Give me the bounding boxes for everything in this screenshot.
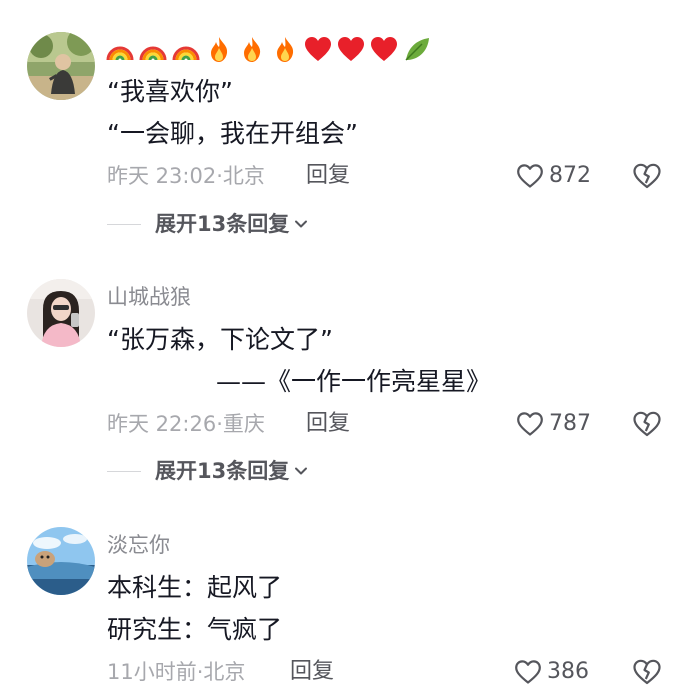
comment-text-line: 研究生：气疯了 bbox=[107, 615, 283, 644]
like-button[interactable]: 872 bbox=[516, 161, 591, 191]
fire-icon bbox=[270, 34, 300, 64]
chevron-down-icon bbox=[293, 463, 309, 479]
comment-meta: 昨天 23:02·北京 bbox=[107, 164, 265, 188]
comment-text-line: ——《一作一作亮星星》 bbox=[216, 367, 492, 396]
comment-text-line: “一会聊，我在开组会” bbox=[107, 119, 358, 148]
comment-location: 北京 bbox=[222, 164, 265, 188]
expand-replies-button[interactable]: 展开13条回复 bbox=[107, 456, 309, 486]
red-heart-icon bbox=[303, 34, 333, 64]
reply-button[interactable]: 回复 bbox=[306, 162, 350, 190]
avatar[interactable] bbox=[27, 32, 95, 100]
dislike-button[interactable] bbox=[632, 658, 662, 686]
chevron-down-icon bbox=[293, 216, 309, 232]
like-count: 386 bbox=[547, 659, 589, 684]
dislike-button[interactable] bbox=[632, 410, 662, 438]
comment-username[interactable]: 淡忘你 bbox=[107, 532, 170, 558]
comment-username[interactable]: 山城战狼 bbox=[107, 284, 191, 310]
comment-meta: 昨天 22:26·重庆 bbox=[107, 412, 265, 436]
red-heart-icon bbox=[369, 34, 399, 64]
comment-meta: 11小时前·北京 bbox=[107, 660, 246, 684]
like-button[interactable]: 787 bbox=[516, 409, 591, 439]
avatar[interactable] bbox=[27, 279, 95, 347]
comment-text-line: “我喜欢你” bbox=[107, 77, 233, 106]
heart-outline-icon bbox=[516, 411, 544, 437]
fire-icon bbox=[237, 34, 267, 64]
reply-button[interactable]: 回复 bbox=[290, 658, 334, 686]
dislike-button[interactable] bbox=[632, 162, 662, 190]
comment-text-line: “张万森，下论文了” bbox=[107, 325, 333, 354]
heart-outline-icon bbox=[516, 163, 544, 189]
comment-location: 北京 bbox=[203, 660, 246, 684]
broken-heart-icon bbox=[632, 410, 662, 438]
comment-location: 重庆 bbox=[222, 412, 265, 436]
rainbow-icon bbox=[171, 34, 201, 64]
leaf-icon bbox=[402, 34, 432, 64]
broken-heart-icon bbox=[632, 162, 662, 190]
like-count: 872 bbox=[549, 163, 591, 188]
red-heart-icon bbox=[336, 34, 366, 64]
fire-icon bbox=[204, 34, 234, 64]
expand-replies-label: 展开13条回复 bbox=[155, 212, 290, 236]
comment-time: 11小时前 bbox=[107, 660, 197, 684]
expand-divider bbox=[107, 470, 141, 472]
expand-divider bbox=[107, 223, 141, 225]
rainbow-icon bbox=[138, 34, 168, 64]
comment-time: 昨天 22:26 bbox=[107, 412, 217, 436]
reply-button[interactable]: 回复 bbox=[306, 410, 350, 438]
avatar[interactable] bbox=[27, 527, 95, 595]
comment-time: 昨天 23:02 bbox=[107, 164, 217, 188]
expand-replies-button[interactable]: 展开13条回复 bbox=[107, 209, 309, 239]
comment-text-line: 本科生：起风了 bbox=[107, 573, 283, 602]
expand-replies-label: 展开13条回复 bbox=[155, 459, 290, 483]
rainbow-icon bbox=[105, 34, 135, 64]
broken-heart-icon bbox=[632, 658, 662, 686]
emoji-row bbox=[105, 32, 432, 66]
like-button[interactable]: 386 bbox=[514, 657, 589, 687]
heart-outline-icon bbox=[514, 659, 542, 685]
like-count: 787 bbox=[549, 411, 591, 436]
